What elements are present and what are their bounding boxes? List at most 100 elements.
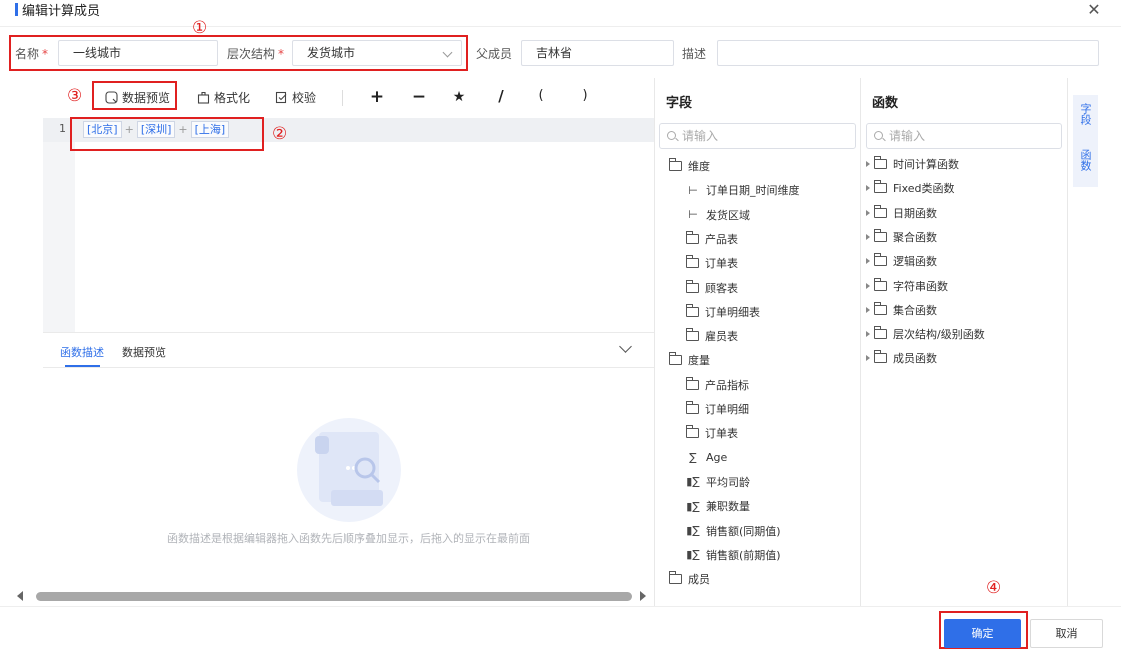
validate-icon	[275, 91, 287, 104]
folder-icon	[686, 328, 699, 342]
function-category-label: 层次结构/级别函数	[893, 328, 985, 342]
functions-title: 函数	[872, 96, 899, 111]
chevron-down-icon[interactable]	[619, 340, 632, 353]
expand-caret-icon[interactable]	[866, 161, 870, 167]
expand-caret-icon[interactable]	[866, 233, 870, 240]
side-tab-functions-label: 函数	[1079, 149, 1092, 171]
format-label: 格式化	[214, 91, 251, 105]
field-tree-label: 顾客表	[705, 281, 738, 295]
side-tab-fields[interactable]: 字段	[1073, 95, 1098, 141]
field-tree-item[interactable]: 度量	[669, 352, 710, 368]
description-tabs: 函数描述 数据预览	[43, 333, 654, 368]
folder-icon	[874, 253, 887, 267]
field-tree-item[interactable]: 雇员表	[686, 328, 738, 344]
fields-search-input[interactable]: 请输入	[659, 123, 856, 149]
annotation-box-1	[9, 35, 468, 71]
minus-operator-button[interactable]: −	[411, 87, 427, 107]
search-icon	[667, 131, 676, 140]
field-tree-item[interactable]: 维度	[669, 158, 710, 174]
validate-button[interactable]: 校验	[275, 89, 316, 106]
column-divider	[1067, 78, 1068, 606]
field-tree-item[interactable]: ∑ Age	[686, 450, 727, 466]
field-tree-label: 订单日期_时间维度	[706, 184, 800, 198]
format-button[interactable]: 格式化	[197, 89, 250, 106]
function-category-item[interactable]: 时间计算函数	[866, 156, 959, 172]
expand-caret-icon[interactable]	[866, 282, 870, 289]
field-tree-item[interactable]: ⊢ 发货区域	[686, 207, 750, 223]
scroll-right-arrow-icon[interactable]	[640, 591, 646, 601]
scrollbar-thumb[interactable]	[36, 592, 632, 601]
tab-function-description[interactable]: 函数描述	[60, 344, 104, 360]
expand-caret-icon[interactable]	[866, 355, 870, 362]
field-tree-label: 订单表	[705, 257, 738, 271]
field-tree-item[interactable]: 产品表	[686, 230, 738, 247]
multiply-operator-button[interactable]: ★	[451, 89, 467, 105]
expand-caret-icon[interactable]	[866, 185, 870, 192]
field-tree-item[interactable]: ▮∑ 兼职数量	[686, 498, 750, 514]
expand-caret-icon[interactable]	[866, 258, 870, 265]
tab-data-preview[interactable]: 数据预览	[122, 344, 166, 360]
confirm-button[interactable]: 确定	[944, 619, 1021, 648]
folder-icon	[874, 277, 887, 291]
header-divider	[0, 26, 1121, 27]
function-category-item[interactable]: 逻辑函数	[866, 253, 937, 269]
function-category-item[interactable]: 日期函数	[866, 204, 937, 221]
line-number: 1	[59, 122, 66, 135]
horizontal-scrollbar[interactable]	[17, 588, 654, 606]
folder-icon	[874, 350, 887, 364]
function-category-item[interactable]: 聚合函数	[866, 228, 937, 245]
field-tree-item[interactable]: 顾客表	[686, 279, 738, 296]
folder-icon	[686, 230, 699, 244]
close-paren-button[interactable]: )	[577, 88, 593, 103]
field-tree-item[interactable]: 订单表	[686, 255, 738, 271]
field-tree-item[interactable]: ▮∑ 销售额(同期值)	[686, 523, 780, 539]
parent-input[interactable]: 吉林省	[521, 40, 674, 66]
search-placeholder: 请输入	[682, 129, 719, 143]
expand-caret-icon[interactable]	[866, 306, 870, 313]
folder-icon	[874, 156, 887, 169]
open-paren-button[interactable]: (	[533, 88, 549, 103]
description-panel: 函数描述 数据预览 函数描述是根据编辑器拖入函数先后顺序叠加显示，后拖入的显示在…	[43, 332, 654, 588]
field-tree-item[interactable]: 订单表	[686, 425, 738, 441]
scroll-left-arrow-icon[interactable]	[17, 591, 23, 601]
function-category-item[interactable]: 集合函数	[866, 301, 937, 318]
field-tree-item[interactable]: 成员	[669, 571, 710, 587]
folder-icon	[686, 401, 699, 414]
calc-sigma-icon: ▮∑	[686, 524, 700, 537]
folder-icon	[686, 255, 699, 269]
field-tree-item[interactable]: 订单明细	[686, 401, 749, 417]
field-tree-item[interactable]: 产品指标	[686, 376, 749, 393]
expand-caret-icon[interactable]	[866, 209, 870, 216]
field-tree-item[interactable]: ▮∑ 平均司龄	[686, 474, 750, 490]
formula-editor: 数据预览 格式化 校验 + − ★ / ( ) 1 [北京] + [深圳] + …	[17, 78, 654, 606]
side-tab-functions[interactable]: 函数	[1073, 141, 1098, 187]
field-tree-item[interactable]: ⊢ 订单日期_时间维度	[686, 182, 800, 198]
field-tree-item[interactable]: ▮∑ 销售额(前期值)	[686, 547, 780, 563]
close-icon[interactable]: ✕	[1084, 0, 1104, 19]
empty-state-text: 函数描述是根据编辑器拖入函数先后顺序叠加显示，后拖入的显示在最前面	[167, 532, 530, 545]
expand-caret-icon[interactable]	[866, 331, 870, 338]
field-tree-item[interactable]: 订单明细表	[686, 303, 760, 320]
field-tree-label: 产品表	[705, 232, 738, 246]
description-input[interactable]	[717, 40, 1099, 66]
functions-search-input[interactable]: 请输入	[866, 123, 1062, 149]
folder-icon	[874, 180, 887, 194]
plus-operator-button[interactable]: +	[369, 87, 385, 107]
folder-icon	[874, 204, 887, 218]
folder-open-icon	[669, 158, 682, 171]
cancel-button[interactable]: 取消	[1030, 619, 1103, 648]
folder-icon	[874, 326, 887, 340]
column-divider	[860, 78, 861, 606]
divide-operator-button[interactable]: /	[493, 87, 509, 105]
folder-icon	[686, 279, 699, 293]
function-category-item[interactable]: 字符串函数	[866, 277, 948, 294]
folder-icon	[874, 301, 887, 315]
function-category-item[interactable]: 成员函数	[866, 350, 937, 366]
search-icon	[874, 131, 883, 140]
function-category-item[interactable]: 层次结构/级别函数	[866, 326, 985, 342]
field-tree-label: 订单明细	[705, 403, 749, 416]
dialog-header: 编辑计算成员 ✕	[0, 0, 1121, 26]
calc-sigma-icon: ▮∑	[686, 548, 700, 562]
field-tree-label: 平均司龄	[706, 475, 750, 489]
function-category-item[interactable]: Fixed类函数	[866, 180, 955, 196]
